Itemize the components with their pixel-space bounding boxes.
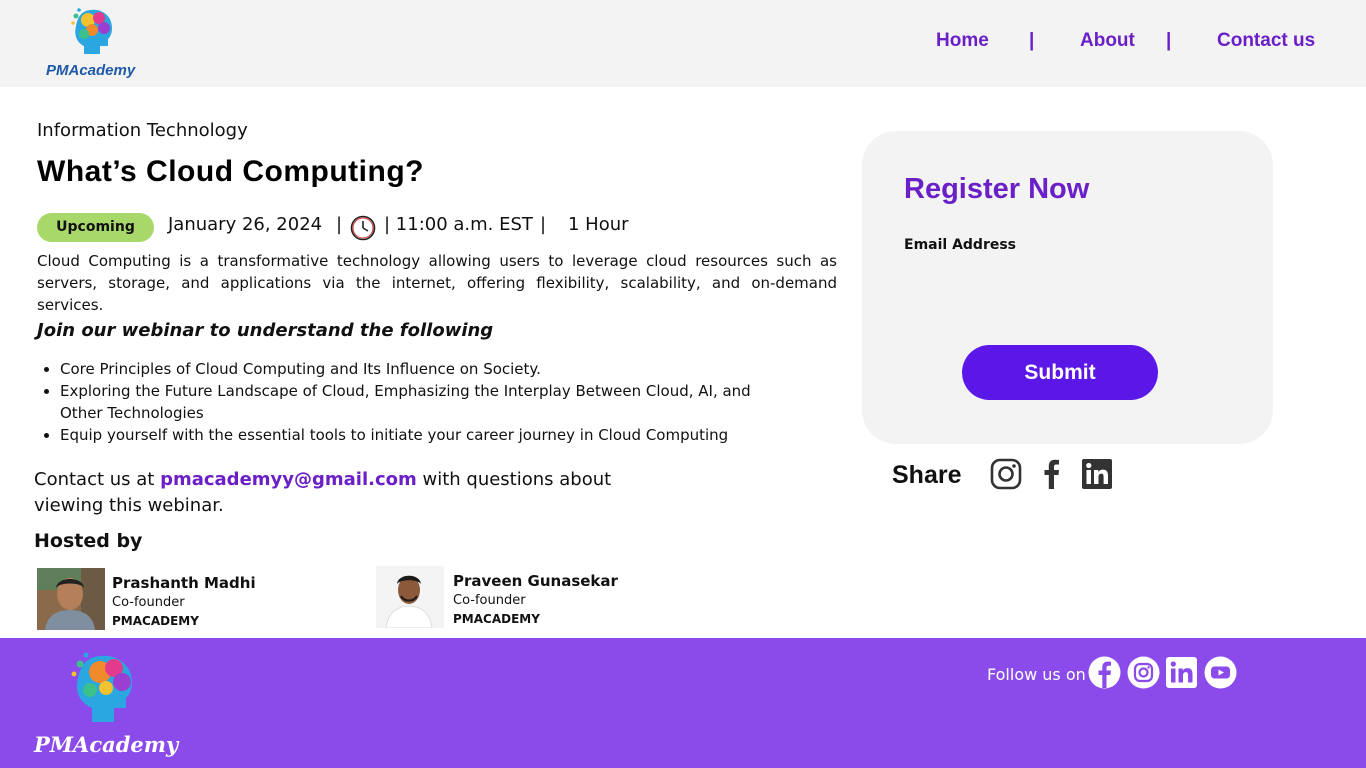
contact-email-link[interactable]: pmacademyy@gmail.com	[160, 469, 417, 490]
site-header: PMAcademy Home | About | Contact us	[0, 0, 1366, 87]
nav-home-link[interactable]: Home	[936, 30, 989, 52]
nav-contact-link[interactable]: Contact us	[1217, 30, 1315, 52]
footer-logo-wordmark: PMAcademy	[34, 732, 179, 757]
contact-text: Contact us at pmacademyy@gmail.com with …	[34, 467, 634, 519]
event-title: What’s Cloud Computing?	[37, 155, 424, 188]
event-time: | 11:00 a.m. EST	[384, 214, 533, 235]
meta-separator: |	[336, 214, 343, 235]
nav-separator: |	[1029, 30, 1035, 51]
youtube-icon[interactable]	[1204, 656, 1237, 689]
host-avatar	[376, 566, 444, 628]
instagram-icon[interactable]	[1127, 656, 1160, 689]
register-title: Register Now	[904, 173, 1090, 205]
facebook-icon[interactable]	[1088, 656, 1121, 689]
host-org: PMACADEMY	[112, 614, 199, 628]
brain-head-logo-icon	[71, 8, 112, 55]
event-description: Cloud Computing is a transformative tech…	[37, 252, 837, 314]
contact-prefix: Contact us at	[34, 469, 161, 490]
topic-list: Core Principles of Cloud Computing and I…	[60, 358, 780, 446]
logo-wordmark: PMAcademy	[46, 62, 136, 79]
site-footer: PMAcademy Follow us on	[0, 638, 1366, 768]
linkedin-icon[interactable]	[1081, 458, 1113, 490]
join-heading: Join our webinar to understand the follo…	[37, 320, 494, 341]
linkedin-icon[interactable]	[1165, 656, 1198, 689]
share-label: Share	[892, 461, 962, 489]
email-label: Email Address	[904, 237, 1017, 253]
meta-separator: |	[540, 214, 547, 235]
register-card: Register Now Email Address Submit	[862, 131, 1273, 444]
brain-head-logo-icon[interactable]	[70, 650, 138, 726]
host-name: Praveen Gunasekar	[453, 572, 618, 590]
nav-separator: |	[1166, 30, 1172, 51]
event-category: Information Technology	[37, 120, 248, 141]
follow-us-label: Follow us on	[987, 665, 1086, 684]
header-logo[interactable]: PMAcademy	[44, 6, 144, 82]
host-avatar	[37, 568, 105, 630]
facebook-icon[interactable]	[1036, 458, 1068, 490]
list-item: Exploring the Future Landscape of Cloud,…	[60, 380, 780, 424]
hosted-by-heading: Hosted by	[34, 530, 143, 552]
event-duration: 1 Hour	[568, 214, 629, 235]
host-name: Prashanth Madhi	[112, 574, 256, 592]
status-badge: Upcoming	[37, 213, 154, 242]
clock-icon	[350, 215, 376, 241]
host-role: Co-founder	[453, 593, 526, 608]
host-role: Co-founder	[112, 595, 185, 610]
event-date: January 26, 2024	[168, 214, 323, 235]
host-org: PMACADEMY	[453, 612, 540, 626]
submit-button[interactable]: Submit	[962, 345, 1158, 400]
list-item: Equip yourself with the essential tools …	[60, 424, 780, 446]
instagram-icon[interactable]	[990, 458, 1022, 490]
nav-about-link[interactable]: About	[1080, 30, 1135, 52]
email-field[interactable]	[904, 261, 1231, 301]
list-item: Core Principles of Cloud Computing and I…	[60, 358, 780, 380]
